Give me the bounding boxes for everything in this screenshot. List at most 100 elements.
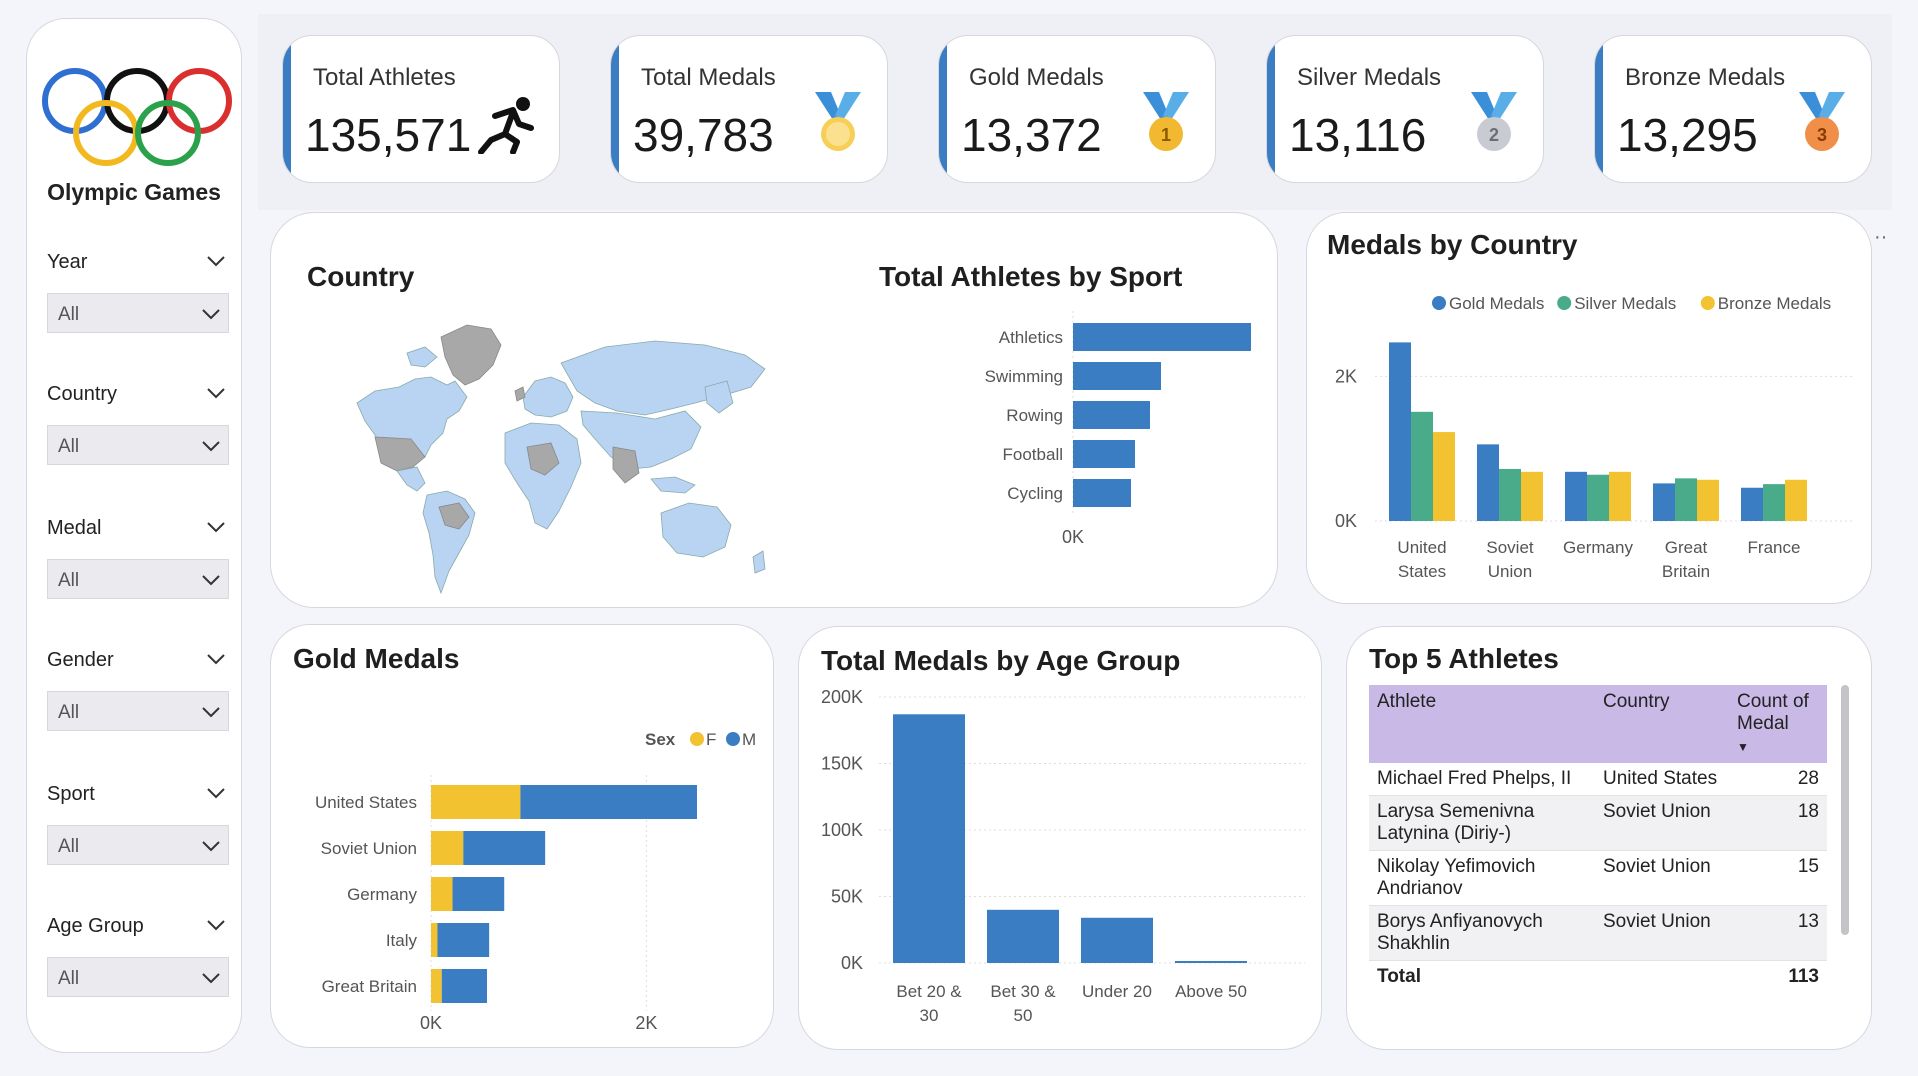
y-category-label: Germany [347, 885, 417, 904]
count-cell: 15 [1729, 850, 1827, 906]
bar[interactable] [1081, 917, 1153, 963]
bar[interactable] [431, 785, 521, 819]
x-category-label: Germany [1563, 538, 1633, 557]
chevron-down-icon [202, 973, 220, 984]
x-category-label: France [1748, 538, 1801, 557]
table-row[interactable]: Borys Anfiyanovych Shakhlin Soviet Union… [1369, 905, 1827, 961]
bar[interactable] [987, 909, 1059, 963]
y-category-label: Swimming [985, 367, 1063, 386]
x-category-label: Bet 20 & [896, 982, 962, 1001]
bar[interactable] [452, 877, 505, 911]
chevron-down-icon[interactable] [207, 919, 225, 931]
more-options-icon[interactable]: ·· [1874, 227, 1892, 247]
y-category-label: Football [1003, 445, 1063, 464]
bar[interactable] [1697, 479, 1719, 521]
bar[interactable] [1587, 474, 1609, 521]
bar[interactable] [1675, 478, 1697, 521]
y-category-label: Rowing [1006, 406, 1063, 425]
count-cell: 28 [1729, 763, 1827, 796]
y-category-label: Soviet Union [321, 839, 417, 858]
bar[interactable] [1433, 432, 1455, 521]
bar[interactable] [431, 877, 453, 911]
age-group-dropdown[interactable]: All [47, 957, 229, 997]
runner-icon [478, 97, 534, 154]
bar[interactable] [431, 923, 438, 957]
bar[interactable] [1073, 479, 1131, 507]
kpi-label: Total Athletes [313, 64, 456, 91]
bar[interactable] [1389, 342, 1411, 521]
bar[interactable] [893, 714, 965, 963]
bar[interactable] [1653, 483, 1675, 521]
table-row[interactable]: Larysa Semenivna Latynina (Diriy-) Sovie… [1369, 795, 1827, 851]
bar[interactable] [520, 785, 697, 819]
athletes-by-sport-chart[interactable]: 0K20KAthleticsSwimmingRowingFootballCycl… [831, 293, 1251, 603]
athlete-cell: Michael Fred Phelps, II [1369, 763, 1595, 796]
kpi-silver-medals: Silver Medals 13,116 2 [1266, 35, 1544, 183]
kpi-label: Total Medals [641, 64, 776, 91]
bar[interactable] [441, 969, 487, 1003]
chevron-down-icon[interactable] [207, 787, 225, 799]
x-tick-label: 2K [635, 1013, 657, 1033]
bar[interactable] [1073, 362, 1161, 390]
bar[interactable] [1763, 484, 1785, 521]
southeast-asia-region [650, 476, 696, 494]
y-category-label: Athletics [999, 328, 1063, 347]
world-map[interactable] [355, 307, 805, 599]
table-row[interactable]: Nikolay Yefimovich Andrianov Soviet Unio… [1369, 850, 1827, 906]
legend-marker [690, 732, 704, 746]
legend-marker [1557, 296, 1572, 310]
table-scrollbar[interactable] [1841, 685, 1849, 935]
bar[interactable] [1609, 471, 1631, 521]
chevron-down-icon [202, 707, 220, 718]
x-category-label: Bet 30 & [990, 982, 1056, 1001]
bar[interactable] [463, 831, 546, 865]
australia-region [660, 502, 732, 558]
sport-dropdown[interactable]: All [47, 825, 229, 865]
gold-medals-chart[interactable]: Sex F M 0K 2K United States Soviet Union German… [277, 679, 767, 1039]
column-header[interactable]: Country [1595, 685, 1729, 763]
bar[interactable] [1175, 961, 1247, 964]
india-region [612, 446, 640, 484]
bar[interactable] [1741, 487, 1763, 521]
column-header[interactable]: Athlete [1369, 685, 1595, 763]
bar[interactable] [1565, 471, 1587, 521]
y-category-label: Great Britain [322, 977, 417, 996]
gold-medals-card: Gold Medals Sex F M 0K 2K United States Soviet… [270, 624, 774, 1048]
chevron-down-icon[interactable] [207, 653, 225, 665]
bar[interactable] [1477, 444, 1499, 521]
x-tick-label: 0K [1062, 527, 1084, 547]
medals-by-country-title: Medals by Country [1327, 229, 1578, 260]
medal-dropdown[interactable]: All [47, 559, 229, 599]
kpi-label: Bronze Medals [1625, 64, 1786, 91]
y-tick-label: 0K [841, 953, 863, 973]
brand-title: Olympic Games [47, 179, 221, 205]
chevron-down-icon[interactable] [207, 387, 225, 399]
medals-by-country-card: Medals by Country Gold Medals Silver Meda… [1306, 212, 1872, 604]
bar[interactable] [1073, 323, 1251, 351]
russia-region [560, 340, 766, 416]
medals-by-country-chart[interactable]: Gold Medals Silver Medals Bronze Medals 0K 2… [1315, 263, 1865, 593]
chevron-down-icon[interactable] [207, 255, 225, 267]
medal-rank-label: 1 [1161, 125, 1171, 145]
bar[interactable] [431, 969, 442, 1003]
y-tick-label: 200K [821, 687, 863, 707]
age-group-chart[interactable]: 0K 50K 100K 150K 200K Bet 20 & 30 Bet 30 & 50 Und… [805, 677, 1315, 1047]
sort-desc-icon: ▼ [1737, 740, 1749, 754]
bar[interactable] [1073, 440, 1135, 468]
bar[interactable] [437, 923, 490, 957]
bar[interactable] [1785, 479, 1807, 521]
bar[interactable] [1411, 411, 1433, 521]
year-slicer: Year All [47, 251, 229, 333]
gender-dropdown[interactable]: All [47, 691, 229, 731]
year-dropdown[interactable]: All [47, 293, 229, 333]
country-dropdown[interactable]: All [47, 425, 229, 465]
bar[interactable] [1499, 468, 1521, 521]
bar[interactable] [431, 831, 464, 865]
kpi-label: Gold Medals [969, 64, 1104, 91]
table-row[interactable]: Michael Fred Phelps, II United States 28 [1369, 763, 1827, 796]
bar[interactable] [1521, 471, 1543, 521]
column-header-sorted[interactable]: Count of Medal ▼ [1729, 685, 1827, 763]
chevron-down-icon[interactable] [207, 521, 225, 533]
y-tick-label: 100K [821, 820, 863, 840]
bar[interactable] [1073, 401, 1150, 429]
